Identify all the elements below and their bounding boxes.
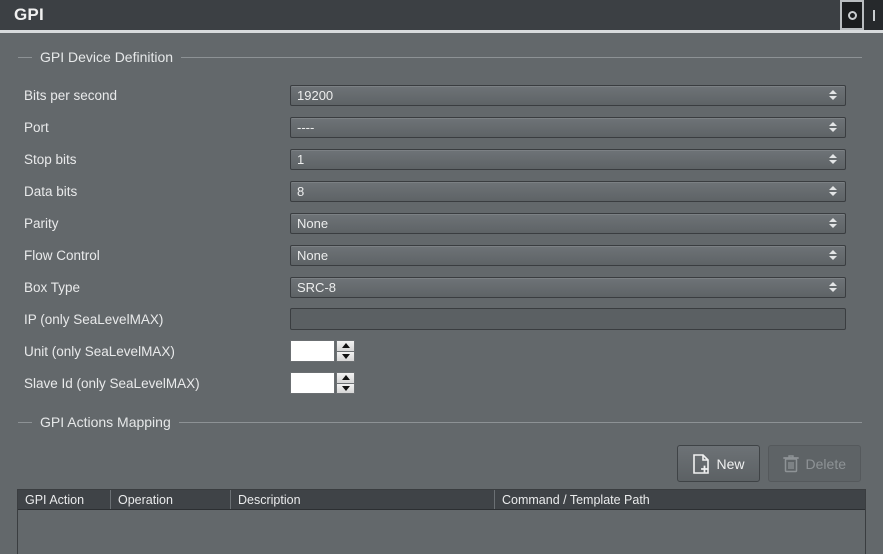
- port-combobox[interactable]: ----: [290, 117, 846, 138]
- field-label-slave-id: Slave Id (only SeaLevelMAX): [24, 376, 200, 391]
- data-bits-value: 8: [291, 184, 304, 199]
- caret-up-icon: [342, 375, 350, 380]
- field-label-ip: IP (only SeaLevelMAX): [24, 312, 163, 327]
- field-row-box-type: Box Type SRC-8: [0, 274, 883, 300]
- gpi-actions-mapping-title: GPI Actions Mapping: [32, 414, 179, 430]
- unit-spin-up-button[interactable]: [336, 340, 355, 352]
- unit-spin-value[interactable]: [290, 340, 335, 362]
- document-plus-icon: [692, 454, 710, 474]
- close-button[interactable]: [864, 0, 883, 30]
- table-header-row: GPI Action Operation Description Command…: [18, 490, 865, 510]
- bits-per-second-value: 19200: [291, 88, 333, 103]
- chevron-updown-icon: [829, 90, 837, 100]
- caret-up-icon: [342, 343, 350, 348]
- field-label-box-type: Box Type: [24, 280, 80, 295]
- caret-down-icon: [342, 354, 350, 359]
- slave-id-spin-buttons: [336, 372, 355, 394]
- ip-input[interactable]: [290, 308, 846, 330]
- field-label-bits-per-second: Bits per second: [24, 88, 117, 103]
- slave-id-spinbox[interactable]: [290, 372, 355, 394]
- caret-down-icon: [342, 386, 350, 391]
- chevron-updown-icon: [829, 218, 837, 228]
- delete-button[interactable]: Delete: [768, 445, 861, 482]
- field-row-unit: Unit (only SeaLevelMAX): [0, 338, 883, 364]
- field-row-bits-per-second: Bits per second 19200: [0, 82, 883, 108]
- group-divider-line: [181, 57, 862, 58]
- parity-combobox[interactable]: None: [290, 213, 846, 234]
- field-label-port: Port: [24, 120, 49, 135]
- new-button[interactable]: New: [677, 445, 760, 482]
- gpi-actions-mapping-group: GPI Actions Mapping: [0, 413, 862, 431]
- chevron-updown-icon: [829, 282, 837, 292]
- stop-bits-value: 1: [291, 152, 304, 167]
- chevron-updown-icon: [829, 250, 837, 260]
- field-row-data-bits: Data bits 8: [0, 178, 883, 204]
- column-header-description[interactable]: Description: [231, 490, 495, 509]
- bits-per-second-combobox[interactable]: 19200: [290, 85, 846, 106]
- group-dash-icon: [18, 57, 32, 58]
- circle-ring-icon: [848, 11, 857, 20]
- field-row-stop-bits: Stop bits 1: [0, 146, 883, 172]
- flow-control-combobox[interactable]: None: [290, 245, 846, 266]
- column-header-command-template-path[interactable]: Command / Template Path: [495, 490, 865, 509]
- field-label-stop-bits: Stop bits: [24, 152, 77, 167]
- field-label-unit: Unit (only SeaLevelMAX): [24, 344, 175, 359]
- delete-button-label: Delete: [806, 456, 846, 472]
- field-row-flow-control: Flow Control None: [0, 242, 883, 268]
- group-divider-line: [179, 422, 862, 423]
- column-header-gpi-action[interactable]: GPI Action: [18, 490, 111, 509]
- gpi-actions-table[interactable]: GPI Action Operation Description Command…: [17, 489, 866, 554]
- group-dash-icon: [18, 422, 32, 423]
- field-label-data-bits: Data bits: [24, 184, 77, 199]
- port-value: ----: [291, 120, 314, 135]
- slave-id-spin-value[interactable]: [290, 372, 335, 394]
- stop-bits-combobox[interactable]: 1: [290, 149, 846, 170]
- box-type-value: SRC-8: [291, 280, 336, 295]
- vertical-bar-icon: [873, 10, 875, 21]
- parity-value: None: [291, 216, 328, 231]
- slave-id-spin-down-button[interactable]: [336, 384, 355, 395]
- unit-spinbox[interactable]: [290, 340, 355, 362]
- gpi-device-definition-group: GPI Device Definition: [0, 48, 862, 66]
- table-body[interactable]: [18, 510, 865, 554]
- field-row-slave-id: Slave Id (only SeaLevelMAX): [0, 370, 883, 396]
- flow-control-value: None: [291, 248, 328, 263]
- titlebar-button-group: [840, 0, 883, 30]
- field-row-parity: Parity None: [0, 210, 883, 236]
- group-header: GPI Actions Mapping: [0, 413, 862, 431]
- chevron-updown-icon: [829, 154, 837, 164]
- field-label-parity: Parity: [24, 216, 59, 231]
- field-row-port: Port ----: [0, 114, 883, 140]
- data-bits-combobox[interactable]: 8: [290, 181, 846, 202]
- field-row-ip: IP (only SeaLevelMAX): [0, 306, 883, 332]
- box-type-combobox[interactable]: SRC-8: [290, 277, 846, 298]
- trash-icon: [783, 454, 799, 473]
- unit-spin-down-button[interactable]: [336, 352, 355, 363]
- field-label-flow-control: Flow Control: [24, 248, 100, 263]
- page-title: GPI: [14, 5, 44, 25]
- mapping-toolbar: New Delete: [677, 445, 861, 482]
- group-header: GPI Device Definition: [0, 48, 862, 66]
- column-header-operation[interactable]: Operation: [111, 490, 231, 509]
- chevron-updown-icon: [829, 122, 837, 132]
- slave-id-spin-up-button[interactable]: [336, 372, 355, 384]
- chevron-updown-icon: [829, 186, 837, 196]
- unit-spin-buttons: [336, 340, 355, 362]
- new-button-label: New: [717, 456, 745, 472]
- window-titlebar: GPI: [0, 0, 883, 33]
- gpi-device-definition-title: GPI Device Definition: [32, 49, 181, 65]
- collapse-toggle-button[interactable]: [840, 0, 864, 30]
